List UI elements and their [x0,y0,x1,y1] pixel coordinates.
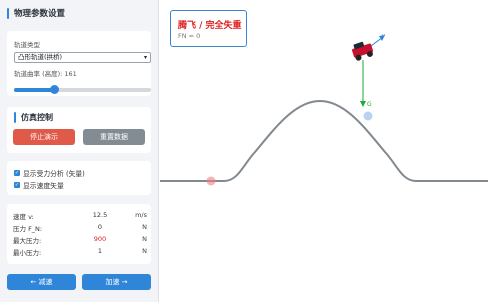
checkbox-checked-icon: ✓ [14,182,20,188]
sim-title-text: 仿真控制 [21,113,53,122]
terrain-label: 轨道类型 [14,41,40,49]
slider-fill [14,88,54,92]
terrain-card: 轨道类型 凸形轨道(拱桥) ▾ 轨道曲率 (高度): 161 [7,31,151,96]
curvature-slider[interactable] [14,85,151,94]
show-force-label: 显示受力分析 (矢量) [23,170,85,178]
sim-card: 仿真控制 停止演示 重置数据 [7,107,151,153]
readout-value: 900 [93,235,107,243]
stop-demo-button[interactable]: 停止演示 [13,129,75,145]
sidebar-title-text: 物理参数设置 [14,9,66,19]
readout-min-force: 最小压力: 1 N [13,247,147,258]
decelerate-label: ← 减速 [30,278,53,286]
show-force-checkbox[interactable]: ✓ 显示受力分析 (矢量) [14,168,85,178]
sim-accent-bar [14,112,16,123]
status-subtitle: FN = 0 [178,32,201,40]
status-title: 腾飞 / 完全失重 [178,21,242,31]
readout-normal-force: 压力 F_N: 0 N [13,223,147,234]
readout-value: 1 [97,247,103,255]
accelerate-button[interactable]: 加速 → [82,274,151,290]
checkbox-checked-icon: ✓ [14,170,20,176]
gravity-arrowhead [360,101,366,107]
takeoff-point-marker [363,111,373,121]
chevron-down-icon: ▾ [143,54,147,61]
show-velocity-checkbox[interactable]: ✓ 显示速度矢量 [14,180,64,190]
readout-key: 速度 v: [13,213,34,221]
show-velocity-label: 显示速度矢量 [23,182,64,190]
readout-key: 压力 F_N: [13,225,43,233]
readout-value: 0 [97,223,103,231]
sim-title: 仿真控制 [14,112,53,123]
readout-key: 最大压力: [13,237,42,245]
status-panel: 腾飞 / 完全失重 FN = 0 [170,10,247,47]
track-path [160,99,488,182]
readout-card: 速度 v: 12.5 m/s 压力 F_N: 0 N 最大压力: 900 N 最… [7,204,151,264]
velocity-label: v [382,33,386,39]
readout-unit: N [142,235,147,243]
curvature-label: 轨道曲率 (高度): 161 [14,70,77,78]
car-icon [352,41,374,61]
reset-data-button[interactable]: 重置数据 [83,129,145,145]
decelerate-button[interactable]: ← 减速 [7,274,76,290]
start-point-marker [206,176,216,186]
readout-unit: m/s [135,211,147,219]
readout-key: 最小压力: [13,249,42,257]
sidebar-title: 物理参数设置 [7,6,65,20]
gravity-label: G [367,101,372,108]
reset-data-label: 重置数据 [100,133,128,141]
readout-max-force: 最大压力: 900 N [13,235,147,246]
terrain-select[interactable]: 凸形轨道(拱桥) ▾ [14,52,151,63]
stop-demo-label: 停止演示 [30,133,58,141]
slider-thumb[interactable] [49,85,59,94]
terrain-select-value: 凸形轨道(拱桥) [18,53,63,61]
accelerate-label: 加速 → [105,278,128,286]
title-accent-bar [7,7,9,19]
readout-value: 12.5 [92,211,108,219]
readout-unit: N [142,247,147,255]
readout-speed: 速度 v: 12.5 m/s [13,211,147,222]
readout-unit: N [142,223,147,231]
display-options-card: ✓ 显示受力分析 (矢量) ✓ 显示速度矢量 [7,161,151,195]
sidebar: 物理参数设置 轨道类型 凸形轨道(拱桥) ▾ 轨道曲率 (高度): 161 仿真… [0,0,159,302]
simulation-stage[interactable]: G v 腾飞 / 完全失重 FN = 0 [160,0,488,302]
